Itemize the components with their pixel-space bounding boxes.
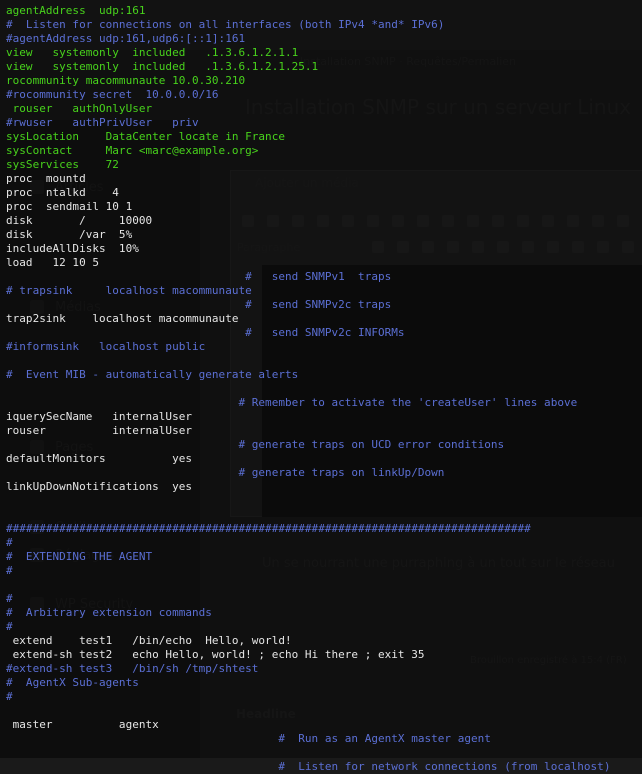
terminal-line: #: [6, 564, 13, 577]
terminal-line: #extend-sh test3 /bin/sh /tmp/shtest: [6, 662, 259, 675]
terminal-line: rocommunity macommunaute 10.0.30.210: [6, 74, 246, 87]
terminal-line: # send SNMPv2c traps: [6, 298, 392, 311]
terminal-line: trap2sink localhost macommunaute: [6, 312, 239, 325]
terminal-line: linkUpDownNotifications yes: [6, 480, 192, 493]
terminal-line: #: [6, 592, 13, 605]
terminal-line: master agentx: [6, 718, 159, 731]
terminal-line: iquerySecName internalUser: [6, 410, 192, 423]
terminal-line: # Event MIB - automatically generate ale…: [6, 368, 299, 381]
terminal-line: defaultMonitors yes: [6, 452, 192, 465]
terminal-line: proc ntalkd 4: [6, 186, 119, 199]
terminal-line: # generate traps on linkUp/Down: [6, 466, 445, 479]
terminal-line: includeAllDisks 10%: [6, 242, 139, 255]
terminal-line: # Run as an AgentX master agent: [6, 732, 491, 745]
terminal-line: proc sendmail 10 1: [6, 200, 133, 213]
terminal-line: # generate traps on UCD error conditions: [6, 438, 505, 451]
terminal-line: #informsink localhost public: [6, 340, 206, 353]
terminal-window[interactable]: agentAddress udp:161 # Listen for connect…: [0, 0, 642, 773]
terminal-line: # trapsink localhost macommunaute: [6, 284, 252, 297]
terminal-line: # send SNMPv1 traps: [6, 270, 392, 283]
terminal-line: # Listen for connections on all interfac…: [6, 18, 445, 31]
terminal-line: load 12 10 5: [6, 256, 99, 269]
terminal-line: # send SNMPv2c INFORMs: [6, 326, 405, 339]
terminal-line: #: [6, 690, 13, 703]
terminal-line: # AgentX Sub-agents: [6, 676, 139, 689]
terminal-line: agentAddress udp:161: [6, 4, 146, 17]
terminal-line: #rocommunity secret 10.0.0.0/16: [6, 88, 219, 101]
terminal-line: # EXTENDING THE AGENT: [6, 550, 153, 563]
terminal-line: sysServices 72: [6, 158, 119, 171]
terminal-line: rouser authOnlyUser: [6, 102, 153, 115]
terminal-line: disk / 10000: [6, 214, 153, 227]
terminal-line: # Remember to activate the 'createUser' …: [6, 396, 578, 409]
terminal-line: disk /var 5%: [6, 228, 133, 241]
terminal-line: extend-sh test2 echo Hello, world! ; ech…: [6, 648, 425, 661]
terminal-line: # Listen for network connections (from l…: [6, 760, 611, 773]
terminal-line: sysContact Marc <marc@example.org>: [6, 144, 259, 157]
terminal-line: #agentAddress udp:161,udp6:[::1]:161: [6, 32, 246, 45]
terminal-line: rouser internalUser: [6, 424, 192, 437]
terminal-line: #: [6, 620, 13, 633]
terminal-line: # Arbitrary extension commands: [6, 606, 212, 619]
terminal-line: #: [6, 536, 13, 549]
terminal-line: sysLocation DataCenter locate in France: [6, 130, 285, 143]
terminal-line: #rwuser authPrivUser priv: [6, 116, 199, 129]
terminal-line: view systemonly included .1.3.6.1.2.1.1: [6, 46, 299, 59]
terminal-line: view systemonly included .1.3.6.1.2.1.25…: [6, 60, 319, 73]
terminal-line: proc mountd: [6, 172, 86, 185]
terminal-line: extend test1 /bin/echo Hello, world!: [6, 634, 292, 647]
terminal-line: ########################################…: [6, 522, 531, 535]
